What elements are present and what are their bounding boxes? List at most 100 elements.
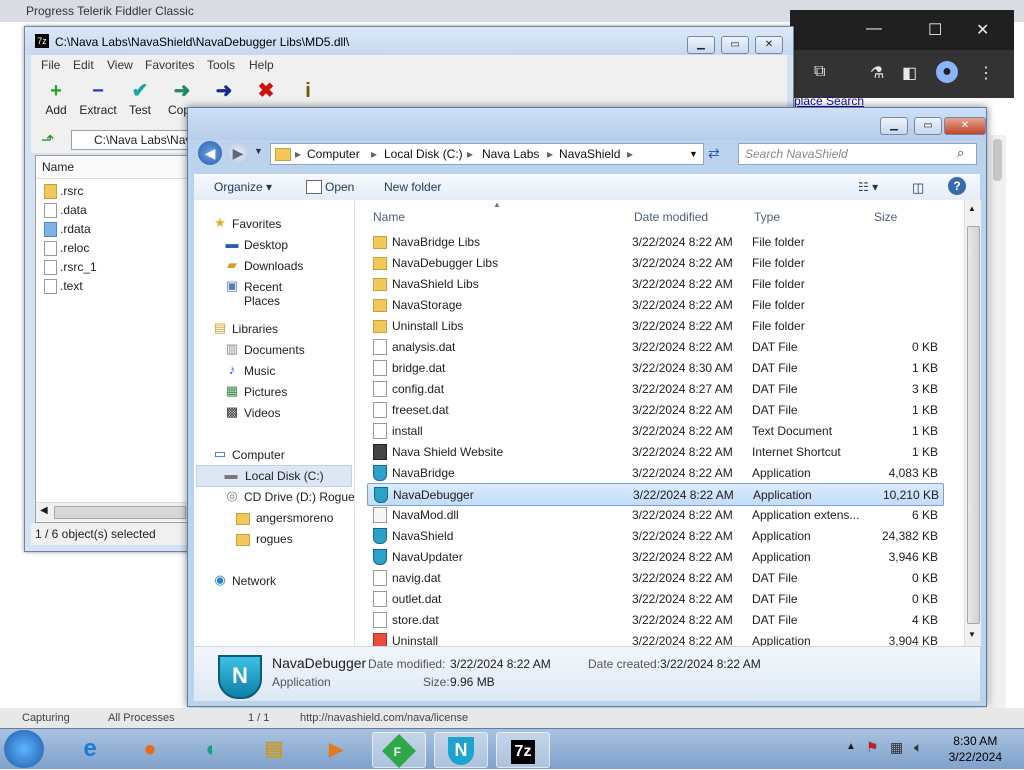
action-center-icon[interactable]: ⚑ <box>866 739 879 756</box>
file-row[interactable]: store.dat 3/22/2024 8:22 AM DAT File 4 KB <box>367 609 942 630</box>
menu-tools[interactable]: Tools <box>207 58 235 72</box>
labs-icon[interactable]: ⚗ <box>870 63 884 83</box>
address-sep-icon[interactable]: ▸ <box>467 147 473 161</box>
organize-button[interactable]: Organize ▾ <box>214 180 272 194</box>
file-row[interactable]: NavaShield 3/22/2024 8:22 AM Application 24… <box>367 525 942 546</box>
network-tray-icon[interactable]: ▦ <box>890 739 903 756</box>
chrome-close-button[interactable]: ✕ <box>976 20 989 40</box>
sevenzip-minimize-button[interactable]: ▁ <box>687 36 715 54</box>
back-icon[interactable]: ◀ <box>198 141 222 165</box>
firefox-icon[interactable]: ● <box>124 732 176 766</box>
view-options-icon[interactable]: ☷ ▾ <box>858 180 878 194</box>
sevenzip-hscrollbar[interactable]: ◀ <box>36 502 192 521</box>
breadcrumb-navashield[interactable]: NavaShield <box>559 147 620 161</box>
explorer-minimize-button[interactable]: ▁ <box>880 117 908 135</box>
up-folder-icon[interactable]: ⬏ <box>41 130 54 150</box>
sevenzip-name-column[interactable]: Name <box>42 160 74 174</box>
info-button[interactable]: i <box>283 79 333 103</box>
file-row[interactable]: NavaShield Libs 3/22/2024 8:22 AM File fol… <box>367 273 942 294</box>
column-name[interactable]: Name <box>373 210 405 224</box>
file-icon <box>44 260 57 275</box>
file-icon <box>373 591 387 607</box>
file-row[interactable]: outlet.dat 3/22/2024 8:22 AM DAT File 0 KB <box>367 588 942 609</box>
fiddler-capturing[interactable]: Capturing <box>22 712 70 724</box>
profile-icon[interactable]: ● <box>936 61 958 83</box>
file-row[interactable]: Nava Shield Website 3/22/2024 8:22 AM Inte… <box>367 441 942 462</box>
breadcrumb-computer[interactable]: Computer <box>307 147 360 161</box>
explorer-maximize-button[interactable]: ▭ <box>914 117 942 135</box>
column-type[interactable]: Type <box>754 210 780 224</box>
explorer-address-bar[interactable]: ▸ Computer ▸ Local Disk (C:) ▸ Nava Labs… <box>270 143 704 165</box>
address-sep-icon[interactable]: ▸ <box>371 147 377 161</box>
breadcrumb-nava-labs[interactable]: Nava Labs <box>482 147 539 161</box>
sevenzip-hscroll-thumb[interactable] <box>54 506 186 519</box>
file-row[interactable]: navig.dat 3/22/2024 8:22 AM DAT File 0 KB <box>367 567 942 588</box>
page-link[interactable]: place Search <box>794 94 864 108</box>
new-folder-button[interactable]: New folder <box>384 180 441 194</box>
column-size[interactable]: Size <box>874 210 897 224</box>
sevenzip-column-header[interactable]: Name <box>36 156 192 179</box>
navashield-taskbar-icon[interactable]: N <box>434 732 488 768</box>
media-player-icon[interactable]: ▶ <box>310 732 362 766</box>
file-row[interactable]: NavaMod.dll 3/22/2024 8:22 AM Application … <box>367 504 942 525</box>
menu-view[interactable]: View <box>107 58 133 72</box>
menu-help[interactable]: Help <box>249 58 274 72</box>
explorer-close-button[interactable]: ✕ <box>944 117 986 135</box>
address-sep-icon[interactable]: ▸ <box>547 147 553 161</box>
file-row[interactable]: NavaUpdater 3/22/2024 8:22 AM Application 3… <box>367 546 942 567</box>
page-scroll-thumb[interactable] <box>993 139 1002 181</box>
start-button[interactable] <box>4 730 44 768</box>
file-row[interactable]: config.dat 3/22/2024 8:27 AM DAT File 3 KB <box>367 378 942 399</box>
search-icon[interactable]: ⌕ <box>957 145 964 161</box>
file-row[interactable]: NavaDebugger 3/22/2024 8:22 AM Application… <box>367 483 944 506</box>
menu-favorites[interactable]: Favorites <box>145 58 194 72</box>
column-date-modified[interactable]: Date modified <box>634 210 708 224</box>
menu-edit[interactable]: Edit <box>73 58 94 72</box>
fiddler-taskbar-icon[interactable]: F <box>372 732 426 769</box>
recent-pages-icon[interactable]: ▼ <box>254 146 263 156</box>
file-row[interactable]: install 3/22/2024 8:22 AM Text Document 1 K… <box>367 420 942 441</box>
file-row[interactable]: NavaBridge 3/22/2024 8:22 AM Application 4,… <box>367 462 942 483</box>
scroll-left-icon[interactable]: ◀ <box>40 505 48 516</box>
address-sep-icon[interactable]: ▸ <box>627 147 633 161</box>
address-dropdown-icon[interactable]: ▼ <box>689 149 698 159</box>
explorer-search-box[interactable]: Search NavaShield ⌕ <box>738 143 977 165</box>
explorer-title-bar: ▁ ▭ ✕ <box>188 108 986 140</box>
sevenzip-close-button[interactable]: ✕ <box>755 36 783 54</box>
menu-file[interactable]: File <box>41 58 60 72</box>
page-scrollbar[interactable] <box>990 135 1006 710</box>
extensions-icon[interactable]: ⧉ <box>814 63 825 81</box>
file-row[interactable]: freeset.dat 3/22/2024 8:22 AM DAT File 1 KB <box>367 399 942 420</box>
file-row[interactable]: NavaDebugger Libs 3/22/2024 8:22 AM File f… <box>367 252 942 273</box>
forward-icon[interactable]: ▶ <box>226 141 250 165</box>
sidepanel-icon[interactable]: ◧ <box>902 63 917 83</box>
chrome-minimize-button[interactable]: — <box>866 20 882 38</box>
chrome-maximize-button[interactable]: ☐ <box>928 20 942 40</box>
sevenzip-taskbar-icon[interactable]: 7z <box>496 732 550 768</box>
menu-icon[interactable]: ⋮ <box>978 63 994 83</box>
internet-explorer-icon[interactable]: e <box>64 732 116 766</box>
scroll-up-icon[interactable]: ▲ <box>968 204 976 213</box>
show-hidden-icons[interactable]: ▲ <box>846 741 856 752</box>
file-row[interactable]: Uninstall Libs 3/22/2024 8:22 AM File fold… <box>367 315 942 336</box>
open-button[interactable]: Open <box>325 180 354 194</box>
media-app-icon[interactable]: ◐ <box>186 732 238 766</box>
explorer-taskbar-icon[interactable]: ▤ <box>248 732 300 766</box>
preview-pane-icon[interactable]: ◫ <box>912 180 924 196</box>
nav-local-disk[interactable]: ▬ Local Disk (C:) <box>196 465 352 487</box>
help-icon[interactable]: ? <box>948 177 966 195</box>
explorer-vscroll-thumb[interactable] <box>967 226 980 624</box>
scroll-down-icon[interactable]: ▼ <box>968 630 976 639</box>
explorer-vscrollbar[interactable]: ▲ ▼ <box>964 200 981 646</box>
address-sep-icon[interactable]: ▸ <box>295 147 301 161</box>
fiddler-processes[interactable]: All Processes <box>108 712 175 724</box>
refresh-icon[interactable]: ⇄ <box>708 145 720 162</box>
volume-icon[interactable]: 🔈︎ <box>914 739 922 756</box>
file-row[interactable]: bridge.dat 3/22/2024 8:30 AM DAT File 1 KB <box>367 357 942 378</box>
sevenzip-maximize-button[interactable]: ▭ <box>721 36 749 54</box>
file-row[interactable]: analysis.dat 3/22/2024 8:22 AM DAT File 0 K… <box>367 336 942 357</box>
file-row[interactable]: NavaStorage 3/22/2024 8:22 AM File folder <box>367 294 942 315</box>
file-row[interactable]: NavaBridge Libs 3/22/2024 8:22 AM File fol… <box>367 231 942 252</box>
clock[interactable]: 8:30 AM 3/22/2024 <box>949 733 1002 765</box>
breadcrumb-local-disk[interactable]: Local Disk (C:) <box>384 147 463 161</box>
